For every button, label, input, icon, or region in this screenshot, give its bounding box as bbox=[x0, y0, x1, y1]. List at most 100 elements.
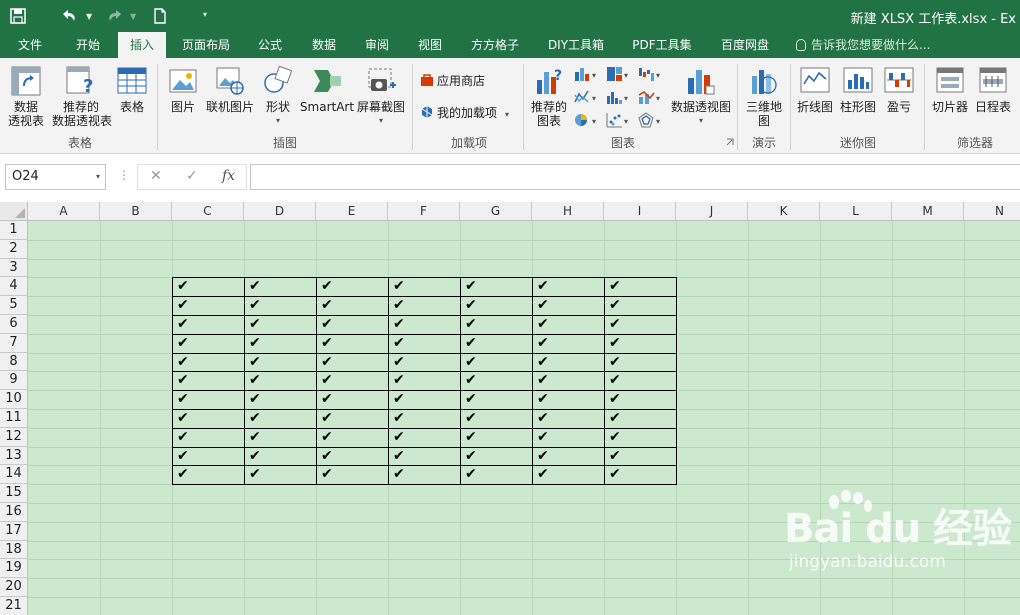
cell-e13[interactable]: ✔ bbox=[316, 447, 388, 466]
line-chart-icon[interactable]: ▾ bbox=[574, 89, 600, 105]
row-header-17[interactable]: 17 bbox=[0, 521, 28, 541]
name-box-dropdown-icon[interactable]: ▾ bbox=[96, 165, 100, 189]
scatter-chart-icon[interactable]: ▾ bbox=[606, 112, 632, 128]
cell-h7[interactable]: ✔ bbox=[532, 334, 604, 353]
cell-h11[interactable]: ✔ bbox=[532, 409, 604, 428]
cell-e8[interactable]: ✔ bbox=[316, 353, 388, 372]
row-header-14[interactable]: 14 bbox=[0, 465, 28, 485]
row-header-15[interactable]: 15 bbox=[0, 484, 28, 503]
cell-i14[interactable]: ✔ bbox=[604, 465, 676, 484]
cell-c11[interactable]: ✔ bbox=[172, 409, 244, 428]
tab-view[interactable]: 视图 bbox=[408, 32, 452, 58]
column-header-h[interactable]: H bbox=[532, 202, 604, 221]
cell-f12[interactable]: ✔ bbox=[388, 428, 460, 447]
save-icon[interactable] bbox=[8, 6, 28, 26]
cell-h13[interactable]: ✔ bbox=[532, 447, 604, 466]
column-header-n[interactable]: N bbox=[964, 202, 1020, 221]
row-header-9[interactable]: 9 bbox=[0, 371, 28, 391]
sparkline-winloss-button[interactable]: 盈亏 bbox=[880, 66, 918, 114]
shapes-button[interactable]: 形状 ▾ bbox=[260, 66, 296, 128]
cell-g10[interactable]: ✔ bbox=[460, 390, 532, 409]
my-addins-button[interactable]: 我的加载项 ▾ bbox=[420, 104, 509, 121]
cell-f11[interactable]: ✔ bbox=[388, 409, 460, 428]
cell-c7[interactable]: ✔ bbox=[172, 334, 244, 353]
cell-e10[interactable]: ✔ bbox=[316, 390, 388, 409]
combo-chart-icon[interactable]: ▾ bbox=[638, 89, 664, 105]
cell-c5[interactable]: ✔ bbox=[172, 296, 244, 315]
cell-d6[interactable]: ✔ bbox=[244, 315, 316, 334]
slicer-button[interactable]: 切片器 bbox=[929, 66, 971, 114]
column-header-a[interactable]: A bbox=[28, 202, 100, 221]
cell-c13[interactable]: ✔ bbox=[172, 447, 244, 466]
cell-f4[interactable]: ✔ bbox=[388, 277, 460, 296]
waterfall-chart-icon[interactable]: ▾ bbox=[638, 66, 664, 82]
cell-d14[interactable]: ✔ bbox=[244, 465, 316, 484]
column-header-b[interactable]: B bbox=[100, 202, 172, 221]
column-header-m[interactable]: M bbox=[892, 202, 964, 221]
row-header-3[interactable]: 3 bbox=[0, 258, 28, 278]
cell-h12[interactable]: ✔ bbox=[532, 428, 604, 447]
cell-g12[interactable]: ✔ bbox=[460, 428, 532, 447]
cell-i12[interactable]: ✔ bbox=[604, 428, 676, 447]
select-all-button[interactable] bbox=[0, 202, 28, 221]
cell-d11[interactable]: ✔ bbox=[244, 409, 316, 428]
cell-i7[interactable]: ✔ bbox=[604, 334, 676, 353]
cell-e11[interactable]: ✔ bbox=[316, 409, 388, 428]
cell-h9[interactable]: ✔ bbox=[532, 371, 604, 390]
recommended-pivot-button[interactable]: ? 推荐的 数据透视表 bbox=[52, 66, 112, 128]
row-header-5[interactable]: 5 bbox=[0, 296, 28, 315]
cell-g6[interactable]: ✔ bbox=[460, 315, 532, 334]
cell-f6[interactable]: ✔ bbox=[388, 315, 460, 334]
cell-e6[interactable]: ✔ bbox=[316, 315, 388, 334]
row-header-7[interactable]: 7 bbox=[0, 333, 28, 353]
cell-i4[interactable]: ✔ bbox=[604, 277, 676, 296]
online-picture-button[interactable]: 联机图片 bbox=[204, 66, 256, 114]
cell-f13[interactable]: ✔ bbox=[388, 447, 460, 466]
row-header-18[interactable]: 18 bbox=[0, 540, 28, 560]
cell-c10[interactable]: ✔ bbox=[172, 390, 244, 409]
cell-f14[interactable]: ✔ bbox=[388, 465, 460, 484]
cell-f9[interactable]: ✔ bbox=[388, 371, 460, 390]
cell-e14[interactable]: ✔ bbox=[316, 465, 388, 484]
pivot-chart-button[interactable]: 数据透视图 ▾ bbox=[668, 66, 734, 128]
cell-e5[interactable]: ✔ bbox=[316, 296, 388, 315]
cell-i13[interactable]: ✔ bbox=[604, 447, 676, 466]
row-header-12[interactable]: 12 bbox=[0, 427, 28, 447]
cell-g7[interactable]: ✔ bbox=[460, 334, 532, 353]
row-header-13[interactable]: 13 bbox=[0, 446, 28, 466]
column-header-l[interactable]: L bbox=[820, 202, 892, 221]
recommended-charts-button[interactable]: ? 推荐的 图表 bbox=[528, 66, 570, 128]
cell-h4[interactable]: ✔ bbox=[532, 277, 604, 296]
undo-dropdown-icon[interactable]: ▼ bbox=[86, 12, 92, 21]
cell-d10[interactable]: ✔ bbox=[244, 390, 316, 409]
row-header-10[interactable]: 10 bbox=[0, 390, 28, 409]
cell-f10[interactable]: ✔ bbox=[388, 390, 460, 409]
row-header-2[interactable]: 2 bbox=[0, 239, 28, 259]
cell-i11[interactable]: ✔ bbox=[604, 409, 676, 428]
timeline-button[interactable]: 日程表 bbox=[972, 66, 1014, 114]
row-header-4[interactable]: 4 bbox=[0, 277, 28, 297]
cell-f8[interactable]: ✔ bbox=[388, 353, 460, 372]
cell-e7[interactable]: ✔ bbox=[316, 334, 388, 353]
cell-h5[interactable]: ✔ bbox=[532, 296, 604, 315]
formula-bar-grip-icon[interactable]: ⋮ bbox=[118, 168, 130, 182]
smartart-button[interactable]: SmartArt bbox=[299, 66, 355, 114]
screenshot-button[interactable]: 屏幕截图 ▾ bbox=[355, 66, 407, 128]
cell-d7[interactable]: ✔ bbox=[244, 334, 316, 353]
tab-fangfangezi[interactable]: 方方格子 bbox=[462, 32, 528, 58]
row-header-1[interactable]: 1 bbox=[0, 221, 28, 240]
cell-e9[interactable]: ✔ bbox=[316, 371, 388, 390]
cell-c14[interactable]: ✔ bbox=[172, 465, 244, 484]
cell-c9[interactable]: ✔ bbox=[172, 371, 244, 390]
column-header-g[interactable]: G bbox=[460, 202, 532, 221]
radar-chart-icon[interactable]: ▾ bbox=[638, 112, 664, 128]
cell-h10[interactable]: ✔ bbox=[532, 390, 604, 409]
cell-g13[interactable]: ✔ bbox=[460, 447, 532, 466]
cell-c8[interactable]: ✔ bbox=[172, 353, 244, 372]
cell-c12[interactable]: ✔ bbox=[172, 428, 244, 447]
cell-g4[interactable]: ✔ bbox=[460, 277, 532, 296]
tell-me-search[interactable]: 告诉我您想要做什么... bbox=[796, 32, 930, 58]
cell-g9[interactable]: ✔ bbox=[460, 371, 532, 390]
name-box[interactable]: O24 ▾ bbox=[5, 164, 106, 190]
picture-button[interactable]: 图片 bbox=[165, 66, 201, 114]
